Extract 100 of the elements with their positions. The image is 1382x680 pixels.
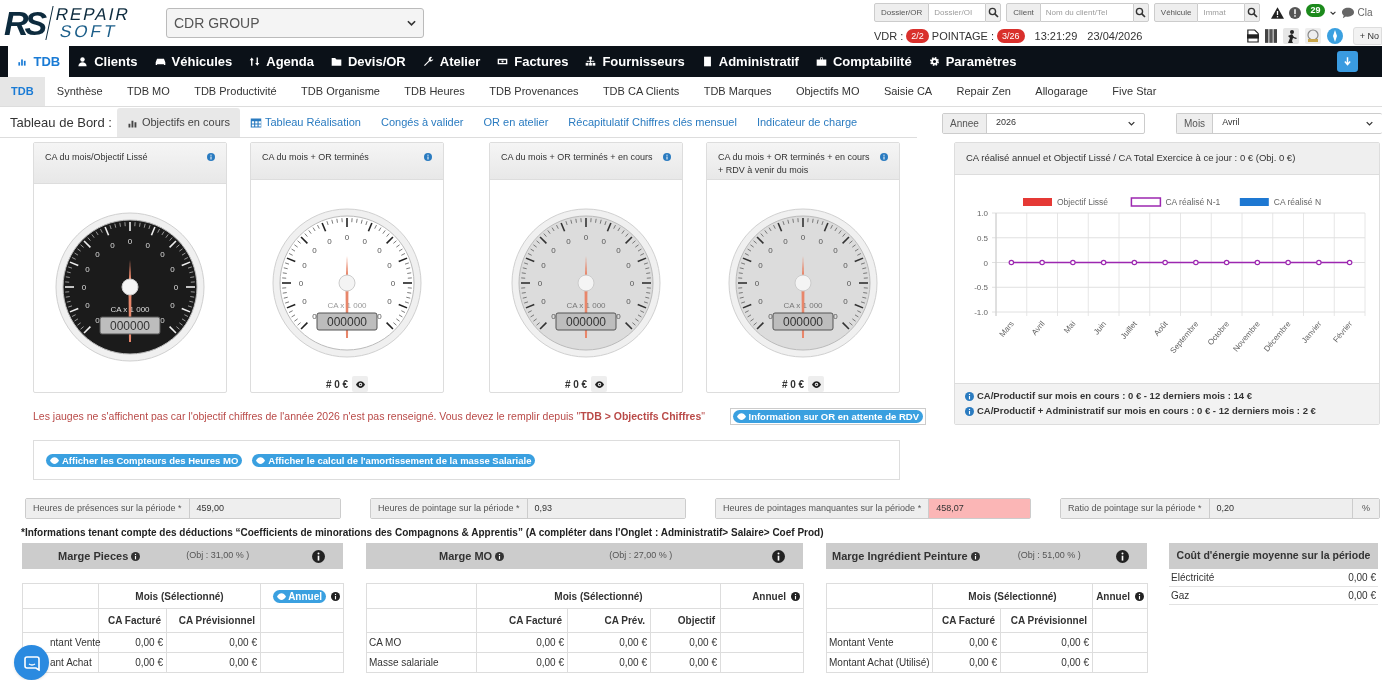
- field-label: Client: [1006, 3, 1041, 22]
- column-header: Objectif: [650, 608, 721, 633]
- table-cell: 0,00 €: [1000, 632, 1093, 653]
- table-cell: 0,00 €: [1000, 652, 1093, 673]
- deduction-note: *Informations tenant compte des déductions “Coefficients de minorations des Compagnons & Apprentis” (A compléter dans l'Onglet : Administratif> Salaire> Coef Prod): [20, 526, 825, 540]
- legend-item: CA réalisé N: [1239, 197, 1322, 207]
- scale-label: 0: [843, 296, 848, 306]
- scale-label: 0: [302, 261, 307, 271]
- x-tick-label: Juin: [1091, 319, 1109, 337]
- y-tick-label: 0.5: [976, 233, 988, 243]
- panel-title: Marge MO: [439, 548, 493, 564]
- column-header: CA Facturé: [98, 608, 167, 633]
- scale-label: 0: [344, 233, 350, 242]
- table-cell: 0,00 €: [650, 632, 721, 653]
- scale-label: 0: [537, 279, 543, 288]
- scale-label: 0: [783, 236, 788, 246]
- row-label: Masse salariale: [366, 652, 477, 673]
- scale-label: 0: [754, 279, 760, 288]
- scale-label: 0: [312, 311, 317, 321]
- objective-text: (Obj : 27,00 % ): [609, 549, 673, 563]
- scale-label: 0: [81, 283, 87, 292]
- column-header: Mois (Sélectionné): [98, 583, 261, 609]
- legend-item: Objectif Lissé: [1023, 197, 1109, 207]
- scale-label: 0: [768, 311, 773, 321]
- unit-label: CA x 1 000: [566, 301, 606, 310]
- table-cell: 0,00 €: [476, 652, 568, 673]
- chart-title: CA réalisé annuel et Objectif Lissé / CA Total Exercice à ce jour : 0 € (Obj. 0 €): [966, 151, 1296, 166]
- scale-label: 0: [160, 315, 165, 325]
- column-header: Annuel: [1096, 589, 1130, 604]
- column-header: Mois (Sélectionné): [476, 583, 721, 609]
- total-text: # 0 €: [325, 377, 349, 392]
- scale-label: 0: [110, 240, 115, 250]
- pointage-label: POINTAGE :: [931, 28, 994, 44]
- y-tick-label: 0: [983, 258, 988, 268]
- scale-label: 0: [616, 246, 621, 256]
- scale-label: 0: [173, 283, 179, 292]
- card-title: CA du mois + OR terminés + en cours + RDV à venir du mois: [718, 151, 871, 177]
- column-header: CA Prévisionnel: [1000, 608, 1093, 633]
- scale-label: 0: [541, 296, 546, 306]
- scale-label: 0: [387, 261, 392, 271]
- scale-label: 0: [390, 279, 396, 288]
- table-cell: 0,00 €: [932, 652, 1001, 673]
- unit-label: CA x 1 000: [783, 301, 823, 310]
- row-label: Gaz: [1171, 589, 1190, 603]
- scale-label: 0: [312, 246, 317, 256]
- table-cell: 0,00 €: [166, 652, 261, 673]
- table-cell: 0,00 €: [567, 652, 651, 673]
- scale-label: 0: [95, 250, 100, 260]
- card-title: CA du mois/Objectif Lissé: [45, 151, 148, 164]
- scale-label: 0: [566, 236, 571, 246]
- objective-text: (Obj : 51,00 % ): [1017, 549, 1081, 563]
- scale-label: 0: [583, 233, 589, 242]
- scale-label: 0: [362, 236, 367, 246]
- scale-label: 0: [145, 240, 150, 250]
- stat-text: CA/Productif sur mois en cours : 0 € - 12 derniers mois : 14 €: [977, 389, 1253, 403]
- scale-label: 0: [800, 233, 806, 242]
- column-header: Mois (Sélectionné): [932, 583, 1093, 609]
- y-tick-label: -1.0: [974, 308, 988, 317]
- column-header: CA Prév.: [567, 608, 651, 633]
- scale-label: 0: [758, 296, 763, 306]
- scale-label: 0: [85, 300, 90, 310]
- scale-label: 0: [833, 311, 838, 321]
- unit-label: CA x 1 000: [110, 305, 150, 314]
- row-label: Eléctricité: [1171, 571, 1215, 585]
- panel-title: Coût d'énergie moyenne sur la période: [1169, 543, 1378, 569]
- table-cell-text: 0,00 €: [1348, 571, 1376, 585]
- total-text: # 0 €: [781, 377, 805, 392]
- scale-label: 0: [629, 279, 635, 288]
- legend-label: CA réalisé N: [1273, 197, 1322, 207]
- scale-label: 0: [127, 237, 133, 246]
- table-cell: 0,00 €: [98, 652, 167, 673]
- scale-label: 0: [298, 279, 304, 288]
- scale-label: 0: [170, 300, 175, 310]
- scale-label: 0: [626, 261, 631, 271]
- scale-label: 0: [170, 265, 175, 275]
- scale-label: 0: [160, 250, 165, 260]
- scale-label: 0: [387, 296, 392, 306]
- legend-label: Objectif Lissé: [1057, 197, 1109, 207]
- date-text: 23/04/2026: [1087, 28, 1143, 44]
- column-header: CA Facturé: [476, 608, 568, 633]
- row-label: CA MO: [366, 632, 477, 653]
- vdr-label: VDR :: [874, 28, 904, 44]
- dashboard-title: Tableau de Bord :: [10, 113, 112, 132]
- scale-label: 0: [95, 315, 100, 325]
- column-header: Annuel: [752, 589, 786, 604]
- table-cell: 0,00 €: [166, 632, 261, 653]
- counter-display: 000000: [99, 316, 161, 335]
- scale-label: 0: [758, 261, 763, 271]
- table-cell: 0,00 €: [476, 632, 568, 653]
- scale-label: 0: [551, 246, 556, 256]
- objective-text: (Obj : 31,00 % ): [186, 549, 250, 563]
- y-tick-label: 1.0: [976, 209, 988, 218]
- field-label: Dossier/OR: [874, 3, 930, 22]
- scale-label: 0: [541, 261, 546, 271]
- table-cell-text: 0,00 €: [1348, 589, 1376, 603]
- total-text: # 0 €: [564, 377, 588, 392]
- column-header: CA Facturé: [932, 608, 1001, 633]
- scale-label: 0: [818, 236, 823, 246]
- scale-label: 0: [601, 236, 606, 246]
- scale-label: 0: [833, 246, 838, 256]
